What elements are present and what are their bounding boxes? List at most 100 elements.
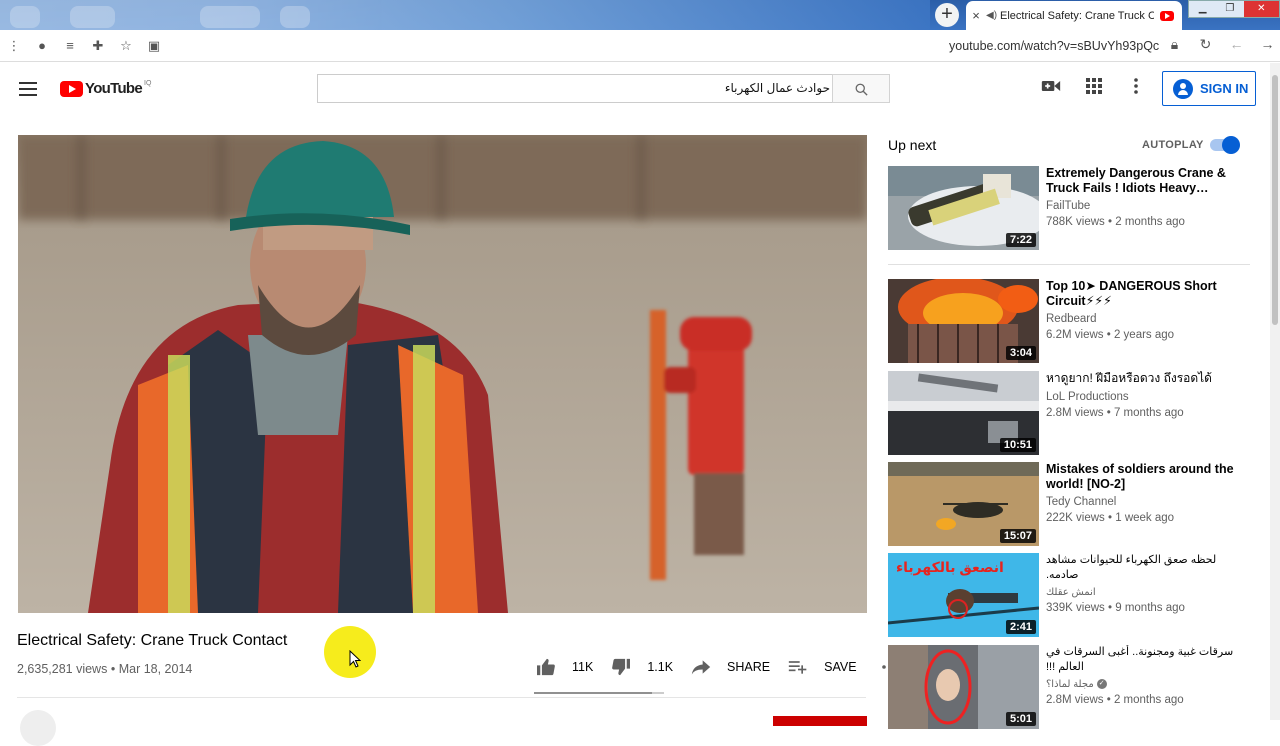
duration-badge: 2:41 [1005, 620, 1036, 634]
minimize-icon[interactable]: ▁ [1189, 1, 1216, 17]
recommended-video[interactable]: انصعق بالكهرباء 2:41 لحظه صعق الكهرباء ل… [888, 553, 1253, 637]
video-title[interactable]: Top 10➤ DANGEROUS Short Circuit⚡⚡⚡ [1046, 279, 1241, 308]
view-count: 339K views [1046, 602, 1105, 614]
video-actions: 11K 1.1K SHARE SAVE [536, 658, 917, 676]
channel-avatar[interactable] [20, 710, 56, 746]
lock-icon: 🔒︎ [1170, 36, 1179, 52]
video-stats: 788K views • 2 months ago [1046, 216, 1185, 228]
video-title[interactable]: لحظه صعق الكهرباء للحيوانات مشاهد صادمه. [1046, 553, 1241, 582]
video-thumbnail[interactable]: 7:22 [888, 166, 1039, 250]
channel-name[interactable]: مجلة لماذا؟ ✓ [1046, 679, 1241, 690]
view-count: 2.8M views [1046, 694, 1104, 706]
view-count: 2.8M views [1046, 406, 1104, 419]
subscribe-button[interactable] [773, 716, 867, 726]
video-age: 9 months ago [1115, 602, 1185, 614]
publish-date: Mar 18, 2014 [118, 662, 193, 676]
video-age: 7 months ago [1113, 406, 1184, 419]
duration-badge: 10:51 [999, 438, 1036, 452]
channel-name[interactable]: LoL Productions [1046, 391, 1241, 403]
youtube-header: YouTube IQ حوادث عمال الكهرباء SIGN IN [0, 63, 1270, 115]
forward-icon[interactable]: → [1253, 36, 1280, 53]
close-window-icon[interactable]: ✕ [1243, 1, 1279, 17]
video-thumbnail[interactable]: 3:04 [888, 279, 1039, 363]
recommended-video[interactable]: 5:01 سرقات غبية ومجنونة.. أغبى السرقات ف… [888, 645, 1253, 729]
video-camera-icon[interactable] [1039, 78, 1063, 100]
new-tab-button[interactable]: + [935, 3, 959, 27]
like-count: 11K [572, 660, 594, 674]
page-scrollbar[interactable] [1270, 63, 1280, 720]
youtube-logo[interactable]: YouTube IQ [60, 80, 151, 97]
like-button[interactable]: 11K [536, 658, 593, 676]
verified-badge-icon: ✓ [1096, 679, 1107, 690]
sign-in-label: SIGN IN [1200, 81, 1249, 96]
dislike-button[interactable]: 1.1K [611, 658, 673, 676]
search-button[interactable] [832, 74, 890, 103]
browser-tab-strip: + × ◀) Electrical Safety: Crane Truck Co… [0, 0, 1280, 30]
active-tab[interactable]: × ◀) Electrical Safety: Crane Truck Cont… [966, 1, 1182, 30]
video-title[interactable]: سرقات غبية ومجنونة.. أغبى السرقات في الع… [1046, 645, 1241, 674]
share-icon [691, 660, 711, 675]
video-title[interactable]: Extremely Dangerous Crane & Truck Fails … [1046, 166, 1241, 195]
scrollbar-thumb[interactable] [1272, 75, 1278, 325]
video-thumbnail[interactable]: 15:07 [888, 462, 1039, 546]
video-stats: 2.8M views • 2 months ago [1046, 694, 1184, 706]
video-thumbnail[interactable]: 10:51 [888, 371, 1039, 455]
translate-icon[interactable]: ▣ [140, 38, 168, 54]
recommended-video[interactable]: 3:04 Top 10➤ DANGEROUS Short Circuit⚡⚡⚡ … [888, 279, 1253, 363]
video-age: 2 months ago [1115, 216, 1185, 228]
share-label: SHARE [727, 660, 771, 674]
channel-name[interactable]: FailTube [1046, 200, 1241, 212]
video-thumbnail[interactable]: انصعق بالكهرباء 2:41 [888, 553, 1039, 637]
channel-label: مجلة لماذا؟ [1046, 679, 1094, 690]
kebab-menu-icon[interactable]: ⋮ [0, 38, 28, 54]
recommended-video[interactable]: 7:22 Extremely Dangerous Crane & Truck F… [888, 166, 1253, 250]
logo-country-code: IQ [144, 80, 152, 87]
reload-icon[interactable]: ↻ [1191, 36, 1220, 53]
back-icon[interactable]: ← [1222, 36, 1251, 53]
profile-icon[interactable]: ● [28, 38, 56, 53]
video-stats: 6.2M views • 2 years ago [1046, 329, 1175, 341]
view-count: 2,635,281 views [17, 662, 108, 676]
mouse-pointer-icon [349, 650, 361, 668]
window-controls: ▁ ❐ ✕ [1188, 0, 1280, 18]
channel-name[interactable]: Redbeard [1046, 313, 1241, 325]
apps-icon[interactable] [1082, 78, 1106, 100]
reading-list-icon[interactable]: ≡ [56, 38, 84, 53]
channel-name[interactable]: انمش عقلك [1046, 587, 1241, 598]
save-label: SAVE [824, 660, 857, 674]
restore-icon[interactable]: ❐ [1216, 1, 1243, 17]
video-player[interactable] [18, 135, 867, 613]
recommended-video[interactable]: 10:51 หาดูยาก! ฝีมือหรือดวง ถึงรอดได้ Lo… [888, 371, 1253, 455]
video-age: 1 week ago [1115, 512, 1175, 524]
save-button[interactable]: SAVE [788, 659, 857, 675]
extensions-icon[interactable]: ✚ [84, 38, 112, 54]
close-tab-icon[interactable]: × [966, 8, 986, 23]
duration-badge: 5:01 [1005, 712, 1036, 726]
view-count: 788K views [1046, 216, 1105, 228]
youtube-favicon-icon [1160, 10, 1174, 21]
duration-badge: 7:22 [1005, 233, 1036, 247]
sentiment-bar [534, 692, 664, 694]
background-tabs[interactable] [0, 0, 930, 30]
more-vert-icon[interactable] [1124, 78, 1148, 100]
meta-separator: • [110, 662, 116, 676]
recommended-video[interactable]: 15:07 Mistakes of soldiers around the wo… [888, 462, 1253, 546]
channel-name[interactable]: Tedy Channel [1046, 496, 1241, 508]
up-next-separator [888, 264, 1250, 265]
video-thumbnail[interactable]: 5:01 [888, 645, 1039, 729]
video-meta: 2,635,281 views • Mar 18, 2014 [17, 662, 192, 676]
url-text[interactable]: youtube.com/watch?v=sBUvYh93pQc [949, 39, 1159, 53]
bookmark-star-icon[interactable]: ☆ [112, 38, 140, 54]
share-button[interactable]: SHARE [691, 659, 770, 675]
sign-in-button[interactable]: SIGN IN [1162, 71, 1256, 106]
video-frame-image [18, 135, 867, 613]
search-input[interactable]: حوادث عمال الكهرباء [317, 74, 833, 103]
view-count: 6.2M views [1046, 329, 1104, 341]
browser-toolbar: ⋮ ● ≡ ✚ ☆ ▣ youtube.com/watch?v=sBUvYh93… [0, 30, 1280, 62]
autoplay-toggle[interactable] [1210, 136, 1240, 154]
video-title[interactable]: Mistakes of soldiers around the world! [… [1046, 462, 1241, 491]
menu-icon[interactable] [19, 82, 37, 96]
video-title[interactable]: หาดูยาก! ฝีมือหรือดวง ถึงรอดได้ [1046, 371, 1241, 386]
video-age: 2 years ago [1113, 329, 1175, 341]
duration-badge: 3:04 [1005, 346, 1036, 360]
